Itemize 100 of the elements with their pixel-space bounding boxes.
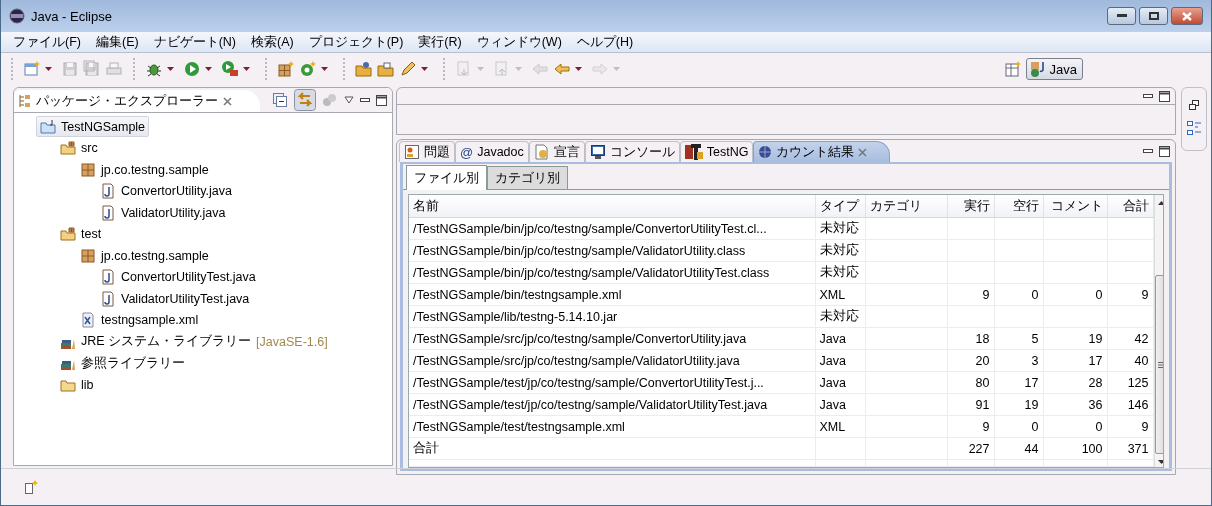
new-package-icon[interactable] [277, 60, 295, 78]
caret-icon[interactable] [320, 66, 329, 72]
caret-icon[interactable] [166, 66, 175, 72]
scroll-down-icon[interactable] [1157, 460, 1163, 464]
table-cell: /TestNGSample/src/jp/co/testng/sample/ValidatorUtility.java [409, 349, 815, 372]
tree-item[interactable]: jp.co.testng.sample [76, 245, 213, 266]
source-folder-icon [60, 226, 76, 242]
scrollbar[interactable] [1153, 195, 1163, 467]
project-folder-icon [40, 118, 56, 135]
javadoc-icon: @ [460, 144, 474, 160]
view-tab[interactable]: TestNG [679, 141, 754, 162]
table-cell: 18 [947, 327, 994, 350]
table-cell: 227 [947, 437, 994, 460]
column-header[interactable]: 空行 [994, 195, 1043, 218]
scroll-up-icon[interactable] [1157, 201, 1163, 205]
minimize-button[interactable] [1107, 7, 1136, 25]
tree-item[interactable]: ConvertorUtilityTest.java [96, 266, 260, 288]
grip-icon [1157, 361, 1163, 368]
tree-item[interactable]: ValidatorUtility.java [96, 202, 230, 223]
sub-tab[interactable]: ファイル別 [406, 165, 487, 190]
close-icon[interactable] [223, 96, 232, 106]
table-cell: /TestNGSample/bin/testngsample.xml [409, 283, 815, 306]
close-button[interactable] [1171, 7, 1203, 25]
table-cell: 未対応 [815, 305, 865, 328]
caret-icon[interactable] [204, 66, 213, 72]
menu-item[interactable]: 検索(A) [251, 33, 294, 51]
tree-item[interactable]: JRE システム・ライブラリー [JavaSE-1.6] [56, 331, 332, 352]
table-cell: /TestNGSample/bin/jp/co/testng/sample/ConvertorUtilityTest.cl... [409, 217, 815, 240]
menu-item[interactable]: 編集(E) [95, 33, 139, 51]
table-cell: /TestNGSample/bin/jp/co/testng/sample/ValidatorUtilityTest.class [409, 261, 815, 284]
package-icon [80, 161, 96, 178]
open-perspective-icon[interactable] [1003, 60, 1022, 78]
folder-icon[interactable] [377, 60, 395, 78]
eclipse-logo-icon [9, 8, 25, 24]
java-file-icon [100, 204, 116, 221]
collapse-all-icon[interactable] [272, 92, 288, 108]
view-tab[interactable]: コンソール [584, 141, 680, 162]
tree-item[interactable]: ConvertorUtility.java [96, 180, 236, 202]
column-header[interactable]: 合計 [1107, 195, 1153, 218]
tree-item[interactable]: lib [56, 374, 98, 395]
tree-item[interactable]: TestNGSample [36, 116, 150, 137]
table-cell: 17 [994, 371, 1043, 394]
caret-icon[interactable] [574, 66, 583, 72]
restore-icon[interactable] [1189, 100, 1199, 110]
play-toolbox-icon[interactable] [221, 60, 239, 78]
tree-item[interactable]: src [56, 137, 102, 159]
maximize-icon[interactable] [1159, 90, 1170, 102]
column-header[interactable]: タイプ [815, 195, 865, 218]
table-cell: 42 [1107, 327, 1153, 350]
declaration-icon [533, 144, 550, 160]
sub-tab[interactable]: カテゴリ別 [487, 166, 568, 189]
table-cell: 44 [994, 437, 1043, 460]
menu-item[interactable]: ヘルプ(H) [576, 33, 634, 51]
perspective-button[interactable]: Java [1025, 58, 1083, 80]
column-header[interactable]: 名前 [409, 195, 815, 218]
column-header[interactable]: 実行 [947, 195, 994, 218]
view-tab[interactable]: 宣言 [528, 141, 585, 162]
view-tab[interactable]: @ Javadoc [455, 141, 529, 162]
close-icon[interactable] [858, 147, 868, 157]
tree-item[interactable]: testngsample.xml [76, 309, 203, 331]
table-cell: 100 [1043, 437, 1107, 460]
view-tab[interactable]: パッケージ・エクスプローラー [14, 90, 260, 112]
view-menu-icon[interactable] [344, 96, 354, 104]
maximize-button[interactable] [1139, 7, 1168, 25]
caret-icon[interactable] [420, 66, 429, 72]
table-cell: 146 [1107, 393, 1153, 416]
table-cell: /TestNGSample/src/jp/co/testng/sample/ConvertorUtility.java [409, 327, 815, 350]
fast-view-icon[interactable] [23, 479, 39, 495]
tree-item[interactable]: ValidatorUtilityTest.java [96, 288, 254, 309]
caret-icon[interactable] [242, 66, 251, 72]
column-header[interactable]: カテゴリ [865, 195, 947, 218]
menu-item[interactable]: ファイル(F) [13, 33, 81, 51]
table-cell: 5 [994, 327, 1043, 350]
problems-icon [404, 144, 420, 160]
tree-item[interactable]: jp.co.testng.sample [76, 159, 213, 180]
maximize-icon[interactable] [1159, 145, 1170, 157]
table-cell: Java [815, 327, 865, 350]
play-icon[interactable] [183, 60, 201, 78]
table-cell: 9 [947, 283, 994, 306]
view-tab[interactable]: 問題 [399, 141, 455, 162]
pen-icon[interactable] [399, 60, 417, 78]
tree-item[interactable]: 参照ライブラリー [56, 352, 189, 374]
new-class-icon[interactable] [299, 60, 317, 78]
monitor-icon [589, 144, 606, 160]
tree-item[interactable]: test [56, 223, 106, 245]
table-cell: 0 [1043, 283, 1107, 306]
package-icon [80, 247, 96, 264]
caret-icon[interactable] [44, 66, 53, 72]
view-tab[interactable]: カウント結果 [753, 141, 891, 162]
maximize-icon[interactable] [376, 94, 387, 106]
table-cell: 91 [947, 393, 994, 416]
menu-item[interactable]: ナビゲート(N) [153, 33, 236, 51]
column-header[interactable]: コメント [1043, 195, 1107, 218]
menu-item[interactable]: ウィンドウ(W) [476, 33, 562, 51]
table-cell: Java [815, 393, 865, 416]
testng-logo-icon [684, 144, 703, 160]
open-project-icon[interactable] [355, 60, 373, 78]
outline-icon[interactable] [1186, 120, 1202, 136]
menu-item[interactable]: プロジェクト(P) [308, 33, 404, 51]
menu-item[interactable]: 実行(R) [418, 33, 462, 51]
